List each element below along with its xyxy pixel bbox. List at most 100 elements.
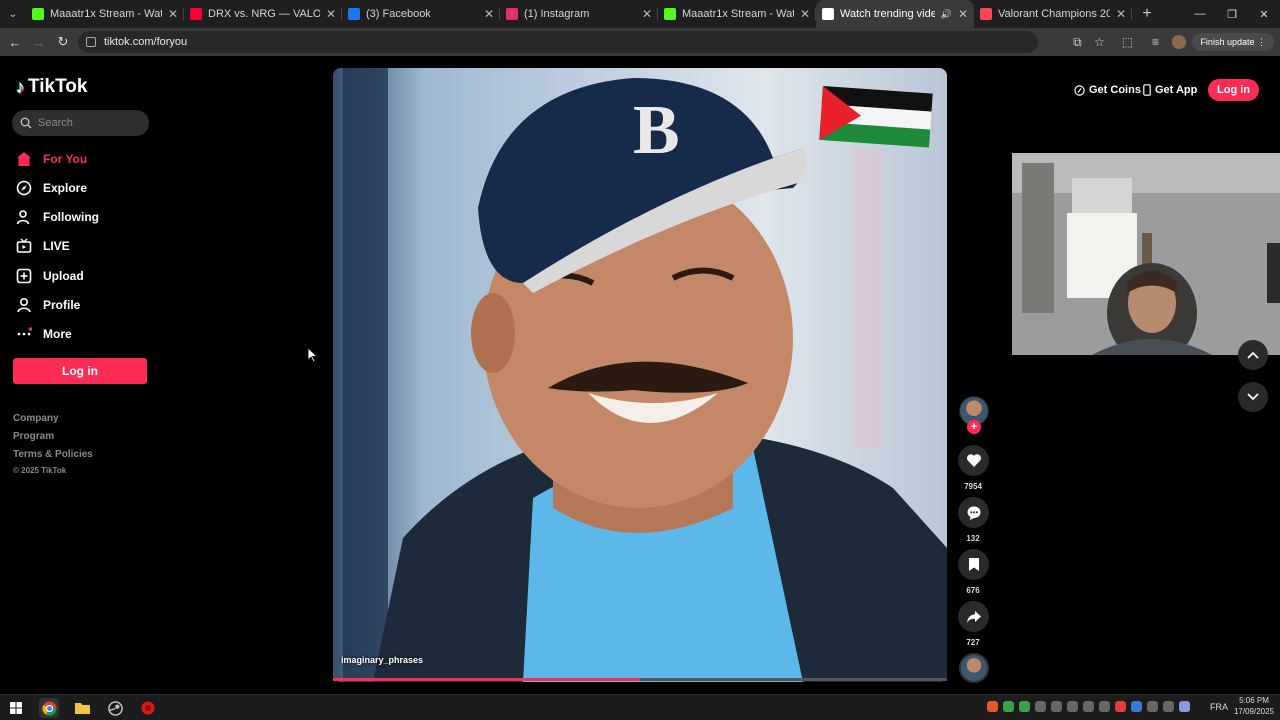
- clock-time: 5:06 PM: [1239, 696, 1269, 705]
- install-app-icon[interactable]: ⧉: [1066, 28, 1088, 56]
- tab-title: Watch trending videos for yo: [840, 8, 935, 20]
- webcam-scene-illustration: [1012, 153, 1280, 355]
- sidebar-item-profile[interactable]: Profile: [16, 297, 80, 313]
- browser-tab[interactable]: Maaatr1x Stream - Watch Live o ✕: [658, 0, 816, 28]
- taskbar-clock[interactable]: 5:06 PM 17/09/2025: [1232, 695, 1276, 717]
- chevron-down-icon: [1247, 393, 1259, 401]
- back-button[interactable]: ←: [3, 28, 27, 56]
- site-info-icon[interactable]: [86, 37, 96, 47]
- extensions-icon[interactable]: ⬚: [1116, 28, 1138, 56]
- browser-tab[interactable]: (3) Facebook ✕: [342, 0, 500, 28]
- system-tray[interactable]: [987, 701, 1190, 712]
- more-dots-icon: [16, 326, 32, 342]
- forward-button[interactable]: →: [27, 28, 51, 56]
- browser-tab[interactable]: Maaatr1x Stream - Watch Live o ✕: [26, 0, 184, 28]
- reload-button[interactable]: ↻: [51, 28, 75, 56]
- sidebar-item-more[interactable]: More: [16, 326, 72, 342]
- previous-video-button[interactable]: [1238, 340, 1268, 370]
- get-app-link[interactable]: Get App: [1143, 82, 1197, 98]
- sidebar-login-button[interactable]: Log in: [13, 358, 147, 384]
- sidebar-item-explore[interactable]: Explore: [16, 180, 87, 196]
- video-player[interactable]: B: [333, 68, 947, 682]
- facebook-icon: [348, 8, 360, 20]
- address-bar[interactable]: tiktok.com/foryou: [78, 31, 1038, 53]
- minimize-button[interactable]: —: [1184, 0, 1216, 28]
- kick-icon: [32, 8, 44, 20]
- steam-icon[interactable]: [105, 698, 125, 718]
- close-tab-icon[interactable]: ✕: [484, 7, 494, 21]
- heart-icon: [966, 454, 981, 467]
- sidebar-item-following[interactable]: Following: [16, 209, 99, 225]
- close-tab-icon[interactable]: ✕: [1116, 7, 1126, 21]
- search-icon: [20, 117, 32, 129]
- close-tab-icon[interactable]: ✕: [958, 7, 968, 21]
- tab-title: Valorant Champions 2025: Bra: [998, 8, 1110, 20]
- input-language[interactable]: FRA: [1210, 702, 1228, 712]
- window-controls: — ❐ ✕: [1184, 0, 1280, 28]
- comment-count: 132: [966, 534, 980, 543]
- windows-start-icon[interactable]: [6, 698, 26, 718]
- home-icon: [16, 151, 32, 167]
- browser-tab-strip: ⌄ Maaatr1x Stream - Watch Live o✕DRX vs.…: [0, 0, 1280, 28]
- profile-icon: [16, 297, 32, 313]
- music-disc-avatar[interactable]: [959, 653, 989, 683]
- tab-search-button[interactable]: ⌄: [0, 0, 26, 28]
- sidebar-item-for-you[interactable]: For You: [16, 151, 87, 167]
- tab-title: Maaatr1x Stream - Watch Live o: [682, 8, 794, 20]
- restore-button[interactable]: ❐: [1216, 0, 1248, 28]
- comment-bubble-icon: [967, 506, 980, 520]
- phone-icon: [1143, 84, 1151, 96]
- compass-icon: [16, 180, 32, 196]
- instagram-icon: [506, 8, 518, 20]
- close-tab-icon[interactable]: ✕: [642, 7, 652, 21]
- get-coins-link[interactable]: Get Coins: [1074, 82, 1141, 98]
- file-explorer-icon[interactable]: [72, 698, 92, 718]
- browser-tab[interactable]: (1) Instagram ✕: [500, 0, 658, 28]
- like-count: 7954: [964, 482, 982, 491]
- tiktok-note-icon: ♪: [16, 76, 25, 97]
- search-input[interactable]: Search: [12, 110, 149, 136]
- chevron-up-icon: [1247, 351, 1259, 359]
- comment-button[interactable]: [958, 497, 989, 528]
- url-text: tiktok.com/foryou: [104, 36, 188, 48]
- tiktok-logo[interactable]: ♪ TikTok: [16, 76, 87, 98]
- red-app-icon[interactable]: [138, 698, 158, 718]
- browser-tab[interactable]: DRX vs. NRG — VALORANT Cha ✕: [184, 0, 342, 28]
- sidebar-item-upload[interactable]: Upload: [16, 268, 84, 284]
- live-tv-icon: [16, 238, 32, 254]
- browser-tab[interactable]: Valorant Champions 2025: Bra ✕: [974, 0, 1132, 28]
- footer-company-link[interactable]: Company: [13, 413, 59, 424]
- save-button[interactable]: [958, 549, 989, 580]
- follow-plus-button[interactable]: +: [967, 420, 981, 434]
- clock-date: 17/09/2025: [1233, 707, 1275, 716]
- media-controls-icon[interactable]: ≡: [1144, 28, 1166, 56]
- webcam-overlay: [1012, 153, 1280, 355]
- browser-tab[interactable]: Watch trending videos for yo 🔊 ✕: [816, 0, 974, 28]
- share-button[interactable]: [958, 601, 989, 632]
- bookmark-star-icon[interactable]: ☆: [1088, 28, 1110, 56]
- video-username[interactable]: imaginary_phrases: [341, 655, 423, 665]
- coin-icon: [1074, 84, 1085, 96]
- kick-icon: [664, 8, 676, 20]
- profile-avatar[interactable]: [1172, 35, 1187, 49]
- video-progress-bar[interactable]: [333, 678, 947, 681]
- finish-update-button[interactable]: Finish update ⋮: [1192, 33, 1274, 51]
- next-video-button[interactable]: [1238, 382, 1268, 412]
- close-tab-icon[interactable]: ✕: [326, 7, 336, 21]
- tab-separator: [1131, 8, 1132, 20]
- footer-terms-link[interactable]: Terms & Policies: [13, 449, 93, 460]
- windows-taskbar: [0, 694, 1280, 720]
- header-login-button[interactable]: Log in: [1208, 79, 1259, 101]
- footer-program-link[interactable]: Program: [13, 431, 54, 442]
- close-tab-icon[interactable]: ✕: [800, 7, 810, 21]
- tiktok-icon: [822, 8, 834, 20]
- close-window-button[interactable]: ✕: [1248, 0, 1280, 28]
- new-tab-button[interactable]: +: [1136, 5, 1158, 23]
- person-icon: [16, 209, 32, 225]
- tab-audio-icon[interactable]: 🔊: [941, 9, 952, 20]
- like-button[interactable]: [958, 445, 989, 476]
- close-tab-icon[interactable]: ✕: [168, 7, 178, 21]
- sidebar-item-live[interactable]: LIVE: [16, 238, 70, 254]
- chrome-taskbar-icon[interactable]: [39, 698, 59, 718]
- footer-copyright: © 2025 TikTok: [13, 466, 67, 475]
